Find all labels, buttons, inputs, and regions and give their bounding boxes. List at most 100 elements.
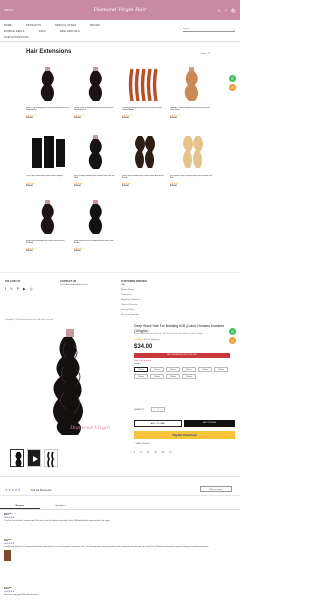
product-image[interactable] [26,197,70,239]
product-image[interactable] [26,64,70,106]
email-share-icon[interactable]: ✉ [162,450,165,454]
buy-now-button[interactable]: BUY IT NOW [184,420,235,427]
quantity-stepper[interactable]: − 1 + [151,407,165,412]
whatsapp-icon-2[interactable]: ✆ [229,328,236,335]
paypal-button[interactable]: PayPal Checkout [134,431,235,439]
wishlist-link[interactable]: ♡ Add to Wishlist [134,443,150,445]
nav-item[interactable]: HOME [4,24,12,27]
write-review-button[interactable]: Write a review [200,486,232,492]
product-card[interactable]: Deep Wave Hair For Braiding Human Hair B… [74,197,118,252]
product-rating[interactable]: ★★★★★ 4.9 (21 Reviews) [134,339,160,341]
product-name[interactable]: Water Wave Braiding Hair Human Hair Bulk… [122,175,166,183]
product-price: $39.00 [170,184,177,187]
product-image[interactable] [74,197,118,239]
instagram-icon[interactable]: ◎ [30,287,33,291]
product-card[interactable]: Water Wave Braiding Hair Human Hair Bulk… [122,132,166,187]
x-icon[interactable]: 𝕏 [10,287,13,291]
length-options: 12inch 14inch 16inch 18inch 20inch 22inch 24in… [134,367,230,379]
product-image[interactable] [122,64,166,106]
facebook-share-icon[interactable]: f [134,450,135,454]
plus-icon[interactable]: + [161,409,162,411]
tab-reviews[interactable]: Reviews [0,503,40,509]
product-name[interactable]: 613 Blonde Deep Wave Braiding Hair Human… [170,175,214,183]
product-image[interactable] [122,132,166,174]
product-card[interactable]: Body Wave Braiding Hair Human Hair Bulk … [26,197,70,252]
search-icon[interactable]: ⌕ [233,28,235,32]
cart-icon[interactable]: 🛍 [231,8,236,13]
quantity-value[interactable]: 1 [157,409,158,411]
length-option[interactable]: 26inch [150,374,164,379]
footer-link[interactable]: Do not sell my info [121,313,147,318]
chat-icon[interactable]: ✉ [229,84,236,91]
length-option[interactable]: 12inch [134,367,148,372]
product-card[interactable]: Colored Braiding Hair Human Hair Bulk Or… [122,64,166,119]
length-option[interactable]: 30inch [182,374,196,379]
review-photo[interactable] [4,550,11,562]
product-name[interactable]: Body Wave Braiding Hair Human Hair Bulk … [26,240,70,248]
product-card[interactable]: 613 Blonde Deep Wave Braiding Hair Human… [170,132,214,187]
length-option[interactable]: 18inch [182,367,196,372]
currency-selector[interactable]: USD $ [4,9,14,12]
length-option[interactable]: 28inch [166,374,180,379]
search-input[interactable]: Search [183,28,190,30]
reviews-score: 5.0 21 Reviews [31,488,52,492]
footer-contact-line[interactable]: info@diamondvirginhair.com [60,283,88,288]
product-image[interactable] [170,132,214,174]
nav-item[interactable]: WIGS [39,30,46,33]
pinterest-share-icon[interactable]: P [147,450,149,454]
whatsapp-icon[interactable]: ✆ [229,75,236,82]
search-field[interactable]: Search ⌕ [183,28,235,32]
product-price: $34.00 [74,249,81,252]
length-option[interactable]: 14inch [150,367,164,372]
product-name[interactable]: Deep Curly Braiding Hair Human Braiding … [26,107,70,115]
pinterest-icon[interactable]: P [17,287,19,291]
whatsapp-share-icon[interactable]: ✆ [154,450,157,454]
nav-item[interactable]: BUNDLE DEALS [4,30,25,33]
product-card[interactable]: Deep Curly Braiding Hair Human Braiding … [26,64,70,119]
product-card[interactable]: Silky Straight Braiding Hair Human Hair … [74,132,118,187]
reviews-score-value: 5.0 [31,488,36,492]
product-image[interactable] [74,64,118,106]
product-main-image[interactable]: Diamond Virgin [20,323,120,443]
minus-icon[interactable]: − [153,409,154,411]
nav-item[interactable]: HAIR EXTENSIONS [4,36,29,39]
heart-icon[interactable]: ♡ [224,8,228,13]
site-logo[interactable]: Diamond Virgin Hair [86,5,154,16]
chat-icon-2[interactable]: ✉ [229,337,236,344]
copyright: Copyright © 2024 Diamond Virgin Hair. Al… [5,319,54,321]
nav-item[interactable]: SPECIAL OFFER [55,24,76,27]
thumbnail-2[interactable] [27,449,41,467]
nav-item[interactable]: NEW ARRIVALS [60,30,80,33]
facebook-icon[interactable]: f [5,287,6,291]
product-card[interactable]: Highlight Ombre Braiding Hair Human Hair… [170,64,214,119]
length-option[interactable]: 22inch [214,367,228,372]
add-to-cart-button[interactable]: ADD TO CART [134,420,182,427]
review-text: This hair is just what I wanted and I li… [4,519,111,522]
nav-item[interactable]: BRAND [90,24,99,27]
user-icon[interactable]: ☺ [217,8,221,13]
length-option[interactable]: 24inch [134,374,148,379]
collection-title: Hair Extensions [26,49,72,55]
length-option[interactable]: 16inch [166,367,180,372]
product-name[interactable]: Clip In Hair Extensions Human Hair Strai… [26,175,70,183]
nav-item[interactable]: PRODUCTS [26,24,41,27]
product-name[interactable]: Highlight Ombre Braiding Hair Human Hair… [170,107,214,115]
thumbnail-3[interactable] [44,449,58,468]
product-image[interactable] [74,132,118,174]
product-card[interactable]: Loose Wave Braiding Hair Human Hair Bulk… [74,64,118,119]
product-image[interactable] [170,64,214,106]
product-card[interactable]: Clip In Hair Extensions Human Hair Strai… [26,132,70,187]
product-name[interactable]: Deep Wave Hair For Braiding Human Hair B… [74,240,118,248]
top-bar: USD $ Diamond Virgin Hair ☺ ♡ 🛍 [0,0,240,20]
product-name[interactable]: Silky Straight Braiding Hair Human Hair … [74,175,118,183]
length-option[interactable]: 20inch [198,367,212,372]
linkedin-share-icon[interactable]: in [169,450,171,454]
x-share-icon[interactable]: 𝕏 [140,450,142,454]
youtube-icon[interactable]: ▶ [23,287,26,291]
product-name[interactable]: Loose Wave Braiding Hair Human Hair Bulk… [74,107,118,115]
sort-dropdown[interactable]: Items: 12 [201,53,210,55]
product-image[interactable] [26,132,70,174]
product-name[interactable]: Colored Braiding Hair Human Hair Bulk Or… [122,107,166,115]
thumbnail-1[interactable] [10,449,24,467]
tab-questions[interactable]: Questions [40,503,80,509]
